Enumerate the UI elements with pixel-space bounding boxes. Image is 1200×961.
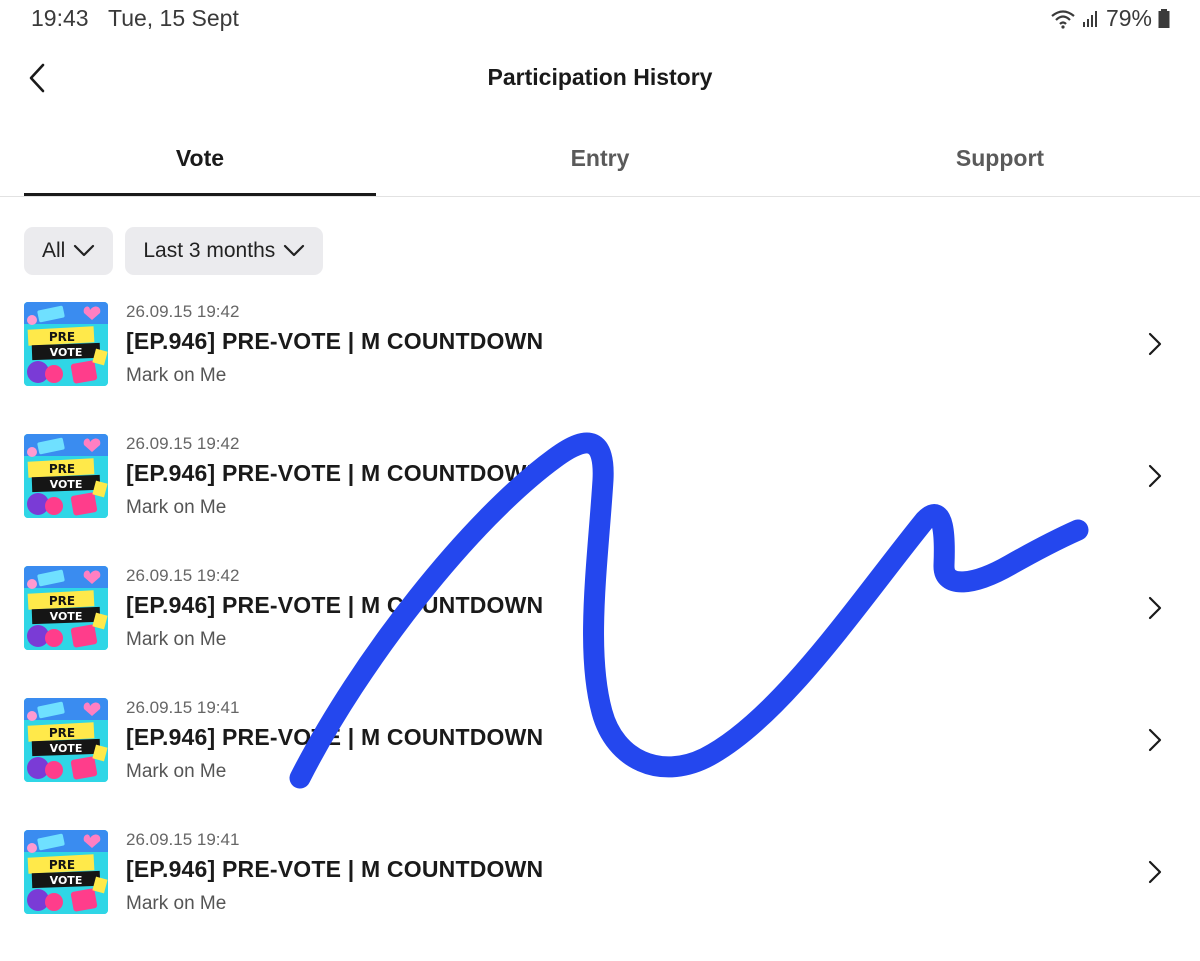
- thumb-pre-text: PRE: [49, 858, 75, 872]
- filter-bar: All Last 3 months: [24, 227, 324, 275]
- chevron-down-icon: [284, 244, 305, 257]
- chevron-down-icon: [74, 244, 95, 257]
- item-title: [EP.946] PRE-VOTE | M COUNTDOWN: [126, 592, 544, 618]
- status-bar: 19:43 Tue, 15 Sept 79%: [0, 0, 1200, 40]
- list-item[interactable]: PRE VOTE 26.09.15 19:42 [EP.946] PRE-VOT…: [0, 300, 1200, 432]
- thumb-pre-text: PRE: [49, 462, 75, 476]
- type-filter-label: All: [42, 239, 66, 262]
- status-date: Tue, 15 Sept: [108, 5, 239, 31]
- chevron-right-icon: [1148, 332, 1162, 356]
- item-subtitle: Mark on Me: [126, 629, 227, 650]
- item-date: 26.09.15 19:42: [126, 302, 240, 321]
- event-thumbnail: PRE VOTE: [24, 302, 108, 386]
- thumb-pre-text: PRE: [49, 330, 75, 344]
- list-item[interactable]: PRE VOTE 26.09.15 19:42 [EP.946] PRE-VOT…: [0, 564, 1200, 696]
- item-title: [EP.946] PRE-VOTE | M COUNTDOWN: [126, 328, 544, 354]
- item-date: 26.09.15 19:42: [126, 434, 240, 453]
- list-item[interactable]: PRE VOTE 26.09.15 19:41 [EP.946] PRE-VOT…: [0, 696, 1200, 828]
- item-subtitle: Mark on Me: [126, 761, 227, 782]
- event-thumbnail: PRE VOTE: [24, 698, 108, 782]
- tab-bar: Vote Entry Support: [0, 130, 1200, 197]
- chevron-right-icon: [1148, 464, 1162, 488]
- thumb-vote-text: VOTE: [50, 610, 83, 623]
- thumb-vote-text: VOTE: [50, 742, 83, 755]
- type-filter-dropdown[interactable]: All: [24, 227, 114, 275]
- status-time: 19:43: [31, 5, 89, 31]
- item-subtitle: Mark on Me: [126, 893, 227, 914]
- item-date: 26.09.15 19:42: [126, 566, 240, 585]
- period-filter-dropdown[interactable]: Last 3 months: [125, 227, 324, 275]
- thumb-pre-text: PRE: [49, 726, 75, 740]
- thumb-pre-text: PRE: [49, 594, 75, 608]
- participation-list: PRE VOTE 26.09.15 19:42 [EP.946] PRE-VOT…: [0, 300, 1200, 960]
- app-header: Participation History: [0, 48, 1200, 108]
- event-thumbnail: PRE VOTE: [24, 830, 108, 914]
- item-date: 26.09.15 19:41: [126, 830, 240, 849]
- period-filter-label: Last 3 months: [143, 239, 276, 262]
- item-title: [EP.946] PRE-VOTE | M COUNTDOWN: [126, 460, 544, 486]
- signal-icon: [1082, 10, 1100, 28]
- thumb-vote-text: VOTE: [50, 874, 83, 887]
- list-item[interactable]: PRE VOTE 26.09.15 19:42 [EP.946] PRE-VOT…: [0, 432, 1200, 564]
- wifi-icon: [1050, 9, 1076, 29]
- item-title: [EP.946] PRE-VOTE | M COUNTDOWN: [126, 856, 544, 882]
- thumb-vote-text: VOTE: [50, 478, 83, 491]
- item-subtitle: Mark on Me: [126, 365, 227, 386]
- tab-vote[interactable]: Vote: [24, 130, 376, 196]
- item-date: 26.09.15 19:41: [126, 698, 240, 717]
- status-indicators: 79%: [1050, 5, 1170, 32]
- item-subtitle: Mark on Me: [126, 497, 227, 518]
- chevron-right-icon: [1148, 596, 1162, 620]
- page-title: Participation History: [487, 64, 713, 90]
- list-item[interactable]: PRE VOTE 26.09.15 19:41 [EP.946] PRE-VOT…: [0, 828, 1200, 960]
- item-title: [EP.946] PRE-VOTE | M COUNTDOWN: [126, 724, 544, 750]
- tab-entry[interactable]: Entry: [424, 130, 776, 196]
- chevron-right-icon: [1148, 860, 1162, 884]
- event-thumbnail: PRE VOTE: [24, 434, 108, 518]
- event-thumbnail: PRE VOTE: [24, 566, 108, 650]
- battery-icon: [1158, 8, 1170, 29]
- tab-support[interactable]: Support: [824, 130, 1176, 196]
- thumb-vote-text: VOTE: [50, 346, 83, 359]
- chevron-right-icon: [1148, 728, 1162, 752]
- battery-percent: 79%: [1105, 5, 1152, 31]
